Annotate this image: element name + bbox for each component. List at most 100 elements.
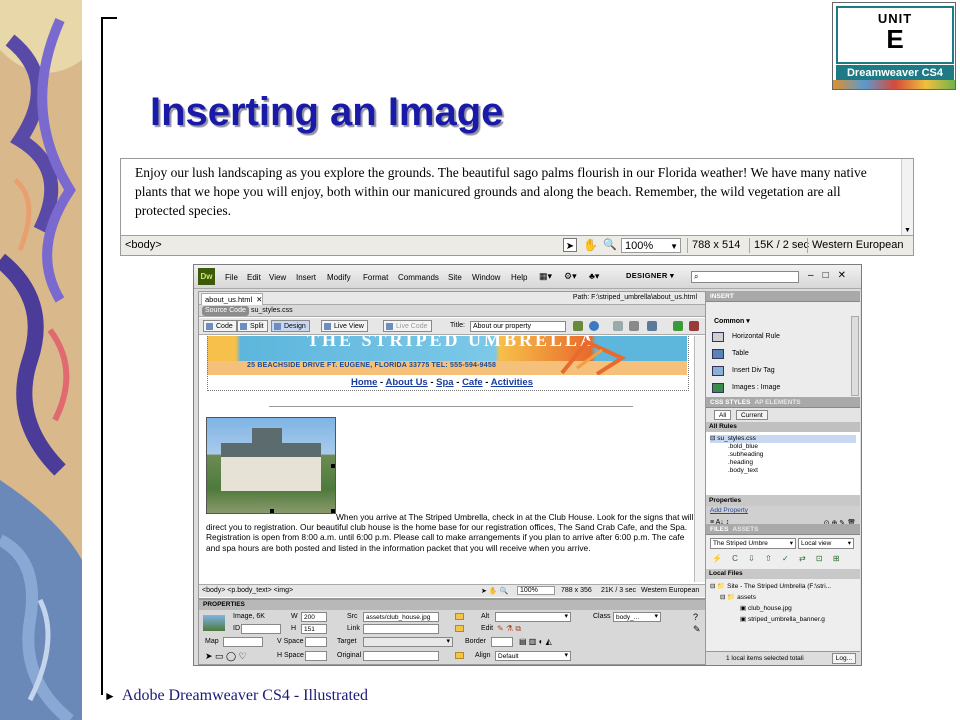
- border-field[interactable]: [491, 637, 513, 647]
- snippet-scrollbar[interactable]: ▼: [901, 159, 913, 235]
- design-button[interactable]: Design: [271, 320, 310, 332]
- banner-file[interactable]: ▣ striped_umbrella_banner.g: [740, 616, 825, 624]
- scroll-down-icon[interactable]: ▼: [904, 227, 911, 234]
- log-button[interactable]: Log...: [831, 653, 856, 664]
- design-view[interactable]: THE STRIPED UMBRELLA 25 BEACHSIDE DRIVE …: [199, 336, 695, 582]
- body-paragraph[interactable]: When you arrive at The Striped Umbrella,…: [206, 512, 695, 553]
- tag-selector[interactable]: <body> <p.body_text> <img>: [202, 587, 293, 594]
- live-code-button[interactable]: Live Code: [383, 320, 432, 332]
- css-file-tab[interactable]: su_styles.css: [251, 306, 293, 316]
- menu-format[interactable]: Format: [363, 273, 388, 282]
- close-icon[interactable]: ✕: [256, 295, 262, 304]
- css-file-node[interactable]: ⊟ su_styles.css: [710, 435, 856, 443]
- visual-aids-icon[interactable]: [629, 321, 639, 331]
- width-field[interactable]: 200: [301, 612, 327, 622]
- menu-window[interactable]: Window: [472, 273, 500, 282]
- tag-selector[interactable]: <body>: [125, 238, 162, 253]
- files-toolbar-icons[interactable]: ⚡ C ⇩ ⇧ ✓ ⇄ ⊡ ⊞: [712, 554, 844, 563]
- zoom-select[interactable]: 100%: [517, 586, 555, 595]
- workspace-switcher[interactable]: DESIGNER ▾: [626, 271, 674, 280]
- help-icon[interactable]: ?: [693, 612, 698, 622]
- resize-handle[interactable]: [331, 464, 335, 468]
- hspace-field[interactable]: [305, 651, 327, 661]
- file-management-icon[interactable]: [573, 321, 583, 331]
- browse-folder-icon[interactable]: [455, 652, 464, 659]
- insert-panel-header[interactable]: INSERT: [706, 291, 860, 302]
- map-field[interactable]: [223, 637, 263, 647]
- menu-modify[interactable]: Modify: [327, 273, 351, 282]
- menu-help[interactable]: Help: [511, 273, 527, 282]
- align-select[interactable]: Default: [495, 651, 571, 661]
- page-title-input[interactable]: About our property: [470, 321, 566, 332]
- current-button[interactable]: Current: [736, 410, 768, 420]
- files-panel-header[interactable]: FILES ASSETS: [706, 524, 860, 535]
- extend-icon[interactable]: ⚙▾: [564, 271, 577, 282]
- ap-elements-tab[interactable]: AP ELEMENTS: [754, 399, 800, 406]
- insert-image[interactable]: Images : Image: [712, 381, 780, 395]
- menu-insert[interactable]: Insert: [296, 273, 316, 282]
- menu-commands[interactable]: Commands: [398, 273, 439, 282]
- nav-home-link[interactable]: Home: [351, 377, 377, 388]
- view-select[interactable]: Local view ▾: [798, 538, 854, 549]
- help-search-input[interactable]: ⌕: [691, 271, 799, 283]
- validate-icon[interactable]: [647, 321, 657, 331]
- edit-image-icons[interactable]: ✎ ⚗ ⧉: [497, 624, 521, 634]
- files-tab[interactable]: FILES: [710, 526, 728, 533]
- assets-folder[interactable]: ⊟ 📁 assets: [720, 594, 756, 602]
- browse-folder-icon[interactable]: [455, 625, 464, 632]
- css-rule[interactable]: .bold_blue: [728, 443, 758, 451]
- live-view-button[interactable]: Live View: [321, 320, 368, 332]
- assets-tab[interactable]: ASSETS: [732, 526, 758, 533]
- nav-cafe-link[interactable]: Cafe: [462, 377, 483, 388]
- src-field[interactable]: assets/club_house.jpg: [363, 612, 439, 622]
- nav-about-link[interactable]: About Us: [386, 377, 428, 388]
- insert-scrollbar[interactable]: [851, 316, 859, 396]
- alt-field[interactable]: [495, 612, 571, 622]
- vspace-field[interactable]: [305, 637, 327, 647]
- align-buttons-icon[interactable]: ▤ ▥ ◐ ◭: [519, 637, 552, 646]
- window-controls[interactable]: –□✕: [808, 270, 855, 281]
- insert-horizontal-rule[interactable]: Horizontal Rule: [712, 330, 780, 344]
- quick-tag-icon[interactable]: ✎: [693, 624, 701, 635]
- tab-about-us[interactable]: about_us.html ✕: [201, 293, 263, 305]
- menu-edit[interactable]: Edit: [247, 273, 261, 282]
- nav-spa-link[interactable]: Spa: [436, 377, 453, 388]
- original-field[interactable]: [363, 651, 439, 661]
- zoom-select[interactable]: 100% ▼: [621, 238, 681, 253]
- insert-table[interactable]: Table: [712, 347, 749, 361]
- link-field[interactable]: [363, 624, 439, 634]
- hotspot-tools[interactable]: ➤ ▭ ◯ ♡: [205, 651, 247, 662]
- pointer-tool-icon[interactable]: ➤: [563, 238, 577, 252]
- nav-activities-link[interactable]: Activities: [491, 377, 533, 388]
- club-house-image[interactable]: [206, 417, 336, 514]
- id-field[interactable]: [241, 624, 281, 634]
- site-root-node[interactable]: ⊟ 📁 Site - The Striped Umbrella (F:\stri…: [710, 583, 831, 591]
- menu-view[interactable]: View: [269, 273, 286, 282]
- preview-browser-icon[interactable]: [589, 321, 599, 331]
- code-button[interactable]: Code: [203, 320, 237, 332]
- browser-check-icon[interactable]: [689, 321, 699, 331]
- css-rule[interactable]: .body_text: [728, 467, 758, 475]
- club-house-file[interactable]: ▣ club_house.jpg: [740, 605, 792, 613]
- css-rule[interactable]: .subheading: [728, 451, 763, 459]
- browse-folder-icon[interactable]: [455, 613, 464, 620]
- refresh-icon[interactable]: [613, 321, 623, 331]
- css-styles-tab[interactable]: CSS STYLES: [710, 399, 750, 406]
- all-button[interactable]: All: [714, 410, 732, 420]
- add-property-link[interactable]: Add Property: [710, 507, 748, 514]
- css-panel-header[interactable]: CSS STYLES AP ELEMENTS: [706, 397, 860, 408]
- zoom-tool-icon[interactable]: 🔍: [603, 238, 617, 253]
- menu-site[interactable]: Site: [448, 273, 462, 282]
- status-tools[interactable]: ➤ ✋ 🔍: [481, 587, 508, 595]
- menu-file[interactable]: File: [225, 273, 238, 282]
- page-dimensions[interactable]: 788 x 514: [687, 238, 740, 253]
- split-button[interactable]: Split: [237, 320, 268, 332]
- hand-tool-icon[interactable]: ✋: [583, 238, 598, 253]
- height-field[interactable]: 151: [301, 624, 327, 634]
- site-select[interactable]: The Striped Umbre ▾: [710, 538, 796, 549]
- check-page-icon[interactable]: [673, 321, 683, 331]
- layout-icon[interactable]: ▦▾: [539, 271, 552, 282]
- insert-div-tag[interactable]: Insert Div Tag: [712, 364, 775, 378]
- css-rule[interactable]: .heading: [728, 459, 753, 467]
- source-code-tab[interactable]: Source Code: [202, 306, 249, 316]
